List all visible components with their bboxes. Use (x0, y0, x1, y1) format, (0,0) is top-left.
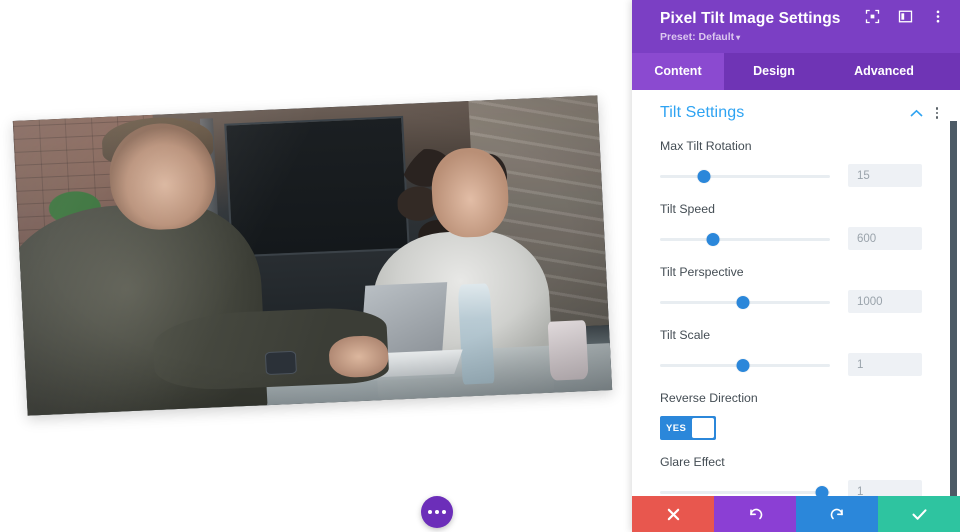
panel-header-icons (864, 8, 946, 24)
field-reverse-direction: Reverse Direction YES (660, 391, 938, 440)
toggle-puck (692, 418, 714, 438)
more-vertical-icon[interactable] (930, 8, 946, 24)
field-label: Max Tilt Rotation (660, 139, 752, 153)
tab-advanced[interactable]: Advanced (824, 53, 944, 90)
field-label: Tilt Speed (660, 202, 715, 216)
tilt-scale-slider[interactable] (660, 358, 830, 372)
slider-track (660, 174, 830, 178)
redo-icon (830, 508, 843, 519)
preview-photo (12, 95, 613, 416)
panel-scrollbar[interactable] (950, 121, 957, 496)
tilt-scale-input[interactable]: 1 (848, 353, 922, 376)
tab-design[interactable]: Design (724, 53, 824, 90)
more-vertical-icon[interactable] (935, 107, 938, 119)
ellipsis-icon-dot (435, 510, 439, 514)
max-tilt-rotation-slider[interactable] (660, 169, 830, 183)
preset-label: Preset: Default (660, 31, 735, 43)
slider-row: 1 (660, 353, 938, 376)
field-label: Reverse Direction (660, 391, 758, 405)
section-controls (909, 107, 938, 119)
tilt-image-module[interactable] (12, 95, 613, 416)
slider-knob[interactable] (697, 169, 711, 183)
photo-vignette (12, 95, 613, 416)
field-label: Glare Effect (660, 455, 725, 469)
glare-effect-input[interactable]: 1 (848, 480, 922, 496)
slider-track (660, 490, 830, 494)
slider-row: 600 (660, 227, 938, 250)
undo-icon (749, 508, 762, 519)
panel-body: Tilt Settings Max Tilt Rotation 15 Tilt … (632, 90, 960, 496)
tilt-settings-section-header: Tilt Settings (660, 104, 938, 122)
panel-action-bar (632, 496, 960, 532)
ellipsis-icon-dot (442, 510, 446, 514)
slider-row: 1000 (660, 290, 938, 313)
close-icon (667, 508, 679, 520)
save-button[interactable] (878, 496, 960, 532)
settings-panel: Pixel Tilt Image Settings Preset: Defaul… (632, 0, 960, 532)
field-tilt-perspective: Tilt Perspective 1000 (660, 265, 938, 313)
field-tilt-speed: Tilt Speed 600 (660, 202, 938, 250)
redo-button[interactable] (796, 496, 878, 532)
dot (935, 107, 938, 110)
panel-tabs: Content Design Advanced (632, 53, 960, 90)
tilt-speed-input[interactable]: 600 (848, 227, 922, 250)
ellipsis-icon-dot (428, 510, 432, 514)
tilt-speed-slider[interactable] (660, 232, 830, 246)
builder-canvas (0, 0, 632, 532)
section-title: Tilt Settings (660, 104, 745, 121)
field-max-tilt-rotation: Max Tilt Rotation 15 (660, 139, 938, 187)
toggle-state-label: YES (666, 422, 687, 434)
settings-scroll-area: Tilt Settings Max Tilt Rotation 15 Tilt … (632, 90, 960, 496)
slider-row: 15 (660, 164, 938, 187)
undo-button[interactable] (714, 496, 796, 532)
field-glare-effect: Glare Effect 1 (660, 455, 938, 496)
slider-knob[interactable] (736, 295, 750, 309)
slider-track (660, 237, 830, 241)
tilt-perspective-input[interactable]: 1000 (848, 290, 922, 313)
slider-knob[interactable] (736, 358, 750, 372)
module-options-button[interactable] (421, 496, 453, 528)
reverse-direction-toggle[interactable]: YES (660, 416, 716, 440)
slider-knob[interactable] (706, 232, 720, 246)
glare-effect-slider[interactable] (660, 485, 830, 496)
field-label: Tilt Perspective (660, 265, 744, 279)
cancel-button[interactable] (632, 496, 714, 532)
field-label: Tilt Scale (660, 328, 711, 342)
field-tilt-scale: Tilt Scale 1 (660, 328, 938, 376)
check-icon (911, 508, 927, 520)
fullscreen-icon[interactable] (864, 8, 880, 24)
dot (935, 116, 938, 119)
app-root: Pixel Tilt Image Settings Preset: Defaul… (0, 0, 960, 532)
layout-icon[interactable] (897, 8, 913, 24)
preset-selector[interactable]: Preset: Default ▾ (660, 30, 944, 45)
slider-knob[interactable] (815, 485, 828, 496)
chevron-up-icon[interactable] (909, 109, 923, 118)
panel-header: Pixel Tilt Image Settings Preset: Defaul… (632, 0, 960, 53)
chevron-down-icon: ▾ (736, 33, 741, 42)
slider-row: 1 (660, 480, 938, 496)
dot (935, 111, 938, 115)
max-tilt-rotation-input[interactable]: 15 (848, 164, 922, 187)
tilt-perspective-slider[interactable] (660, 295, 830, 309)
tab-content[interactable]: Content (632, 53, 724, 90)
